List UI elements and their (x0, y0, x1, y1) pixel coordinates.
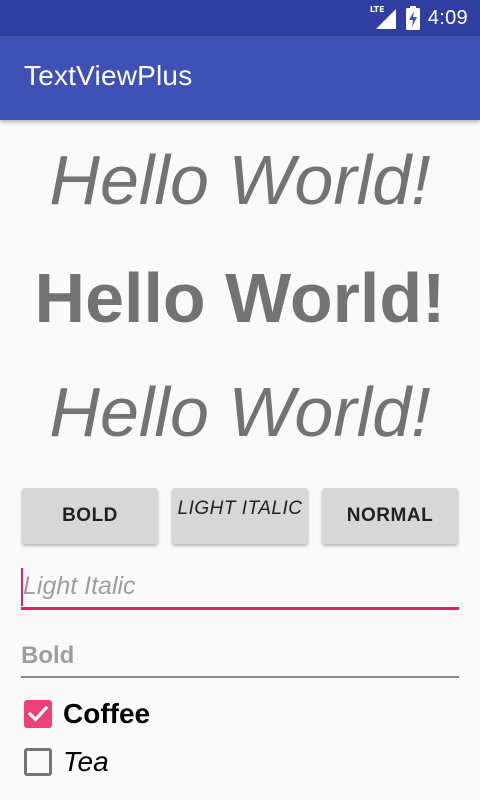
normal-button[interactable]: NORMAL (322, 488, 458, 544)
checkbox-unchecked-icon[interactable] (24, 748, 52, 776)
light-italic-field-placeholder: Light Italic (23, 572, 136, 600)
tea-label[interactable]: Tea (63, 746, 109, 778)
hello-text-italic: Hello World! (49, 373, 431, 451)
bold-button[interactable]: BOLD (22, 488, 158, 544)
checkbox-checked-icon[interactable] (24, 700, 52, 728)
coffee-label[interactable]: Coffee (63, 698, 150, 730)
bold-field-underline (21, 676, 459, 678)
bold-field[interactable]: Bold (21, 638, 459, 678)
light-italic-button[interactable]: LIGHT ITALIC (172, 488, 308, 544)
light-italic-field-underline (21, 607, 459, 610)
light-italic-field[interactable]: Light Italic (21, 566, 459, 610)
lte-signal-icon: LTE (370, 5, 398, 31)
hello-text-light-italic: Hello World! (49, 141, 431, 219)
coffee-checkbox[interactable]: Coffee (24, 696, 150, 732)
status-bar: LTE 4:09 (0, 0, 480, 36)
status-icons: LTE 4:09 (370, 0, 468, 36)
app-title: TextViewPlus (24, 60, 193, 91)
status-time: 4:09 (427, 6, 468, 29)
hello-text-bold: Hello World! (34, 259, 446, 337)
app-bar: TextViewPlus (0, 36, 480, 120)
battery-charging-icon (405, 6, 420, 30)
bold-field-placeholder: Bold (21, 642, 75, 669)
tea-checkbox[interactable]: Tea (24, 744, 109, 780)
